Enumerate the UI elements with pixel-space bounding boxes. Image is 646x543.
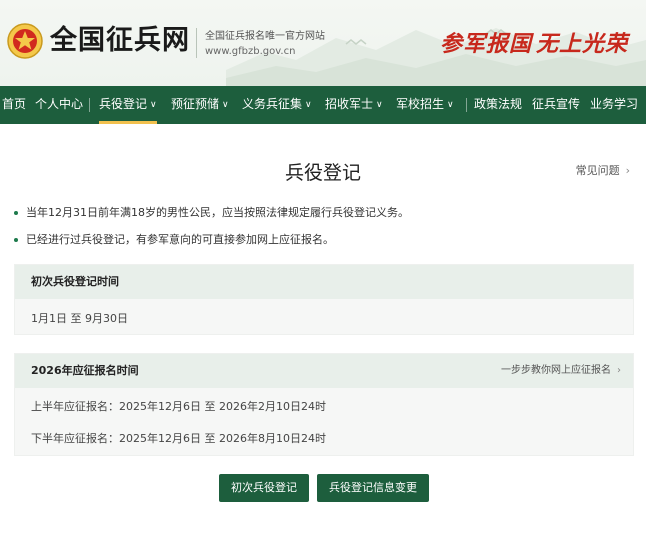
site-tagline: 全国征兵报名唯一官方网站 <box>205 31 325 42</box>
nav-item-personal-center[interactable]: 个人中心 <box>35 86 83 124</box>
nav-item-publicity[interactable]: 征兵宣传 <box>532 86 580 124</box>
nav-item-home[interactable]: 首页 <box>2 86 26 124</box>
nav-label: 政策法规 <box>474 97 523 111</box>
slogan-join-army: 参军报国 <box>440 31 533 57</box>
nav-label: 兵役登记 <box>99 97 148 111</box>
nav-item-pre-enlistment[interactable]: 预征预储 ∨ <box>171 86 229 124</box>
notice-text: 当年12月31日前年满18岁的男性公民，应当按照法律规定履行兵役登记义务。 <box>26 206 409 219</box>
faq-label: 常见问题 <box>575 164 620 177</box>
nav-item-conscription[interactable]: 义务兵征集 ∨ <box>242 86 312 124</box>
nav-label: 征兵宣传 <box>532 97 581 111</box>
chevron-right-icon: › <box>617 365 621 376</box>
chevron-down-icon: ∨ <box>305 100 312 110</box>
initial-registration-card: 初次兵役登记时间 1月1日 至 9月30日 <box>14 264 634 335</box>
site-header: 全国征兵网 全国征兵报名唯一官方网站 www.gfbzb.gov.cn 参军报国… <box>0 0 646 86</box>
slogan-glory: 无上光荣 <box>536 31 629 57</box>
initial-registration-button[interactable]: 初次兵役登记 <box>219 474 309 502</box>
nav-item-policy[interactable]: 政策法规 <box>474 86 522 124</box>
chevron-down-icon: ∨ <box>150 100 157 110</box>
army-emblem-icon <box>7 23 43 59</box>
chevron-right-icon: › <box>625 164 630 177</box>
registration-period: 1月1日 至 9月30日 <box>31 312 128 325</box>
notice-text: 已经进行过兵役登记，有参军意向的可直接参加网上应征报名。 <box>26 233 334 246</box>
second-half-period: 下半年应征报名：2025年12月6日 至 2026年8月10日24时 <box>31 432 326 445</box>
faq-link[interactable]: 常见问题 › <box>576 163 630 179</box>
site-domain: www.gfbzb.gov.cn <box>205 46 296 57</box>
nav-separator <box>466 98 467 112</box>
enlist-guide-link[interactable]: 一步步教你网上应征报名 › <box>501 364 621 378</box>
first-half-period: 上半年应征报名：2025年12月6日 至 2026年2月10日24时 <box>31 400 326 413</box>
nav-item-military-registration[interactable]: 兵役登记 ∨ <box>99 86 157 124</box>
nav-label: 业务学习 <box>590 97 639 111</box>
site-name[interactable]: 全国征兵网 <box>50 24 190 58</box>
nav-label: 首页 <box>2 97 27 111</box>
nav-label: 预征预储 <box>171 97 220 111</box>
chevron-down-icon: ∨ <box>222 100 229 110</box>
nav-separator <box>89 98 90 112</box>
card-header: 2026年应征报名时间 一步步教你网上应征报名 › <box>15 354 633 388</box>
header-divider <box>196 28 197 58</box>
nav-label: 义务兵征集 <box>242 97 303 111</box>
enlistment-period-card: 2026年应征报名时间 一步步教你网上应征报名 › 上半年应征报名：2025年12… <box>14 353 634 456</box>
notice-item: 已经进行过兵役登记，有参军意向的可直接参加网上应征报名。 <box>14 232 334 248</box>
nav-item-nco-recruitment[interactable]: 招收军士 ∨ <box>325 86 383 124</box>
card-title: 初次兵役登记时间 <box>31 275 119 288</box>
chevron-down-icon: ∨ <box>376 100 383 110</box>
nav-label: 个人中心 <box>35 97 84 111</box>
nav-label: 招收军士 <box>325 97 374 111</box>
notice-item: 当年12月31日前年满18岁的男性公民，应当按照法律规定履行兵役登记义务。 <box>14 205 409 221</box>
nav-item-study[interactable]: 业务学习 <box>590 86 638 124</box>
card-title: 2026年应征报名时间 <box>31 364 139 377</box>
nav-item-military-academy[interactable]: 军校招生 ∨ <box>396 86 454 124</box>
chevron-down-icon: ∨ <box>447 100 454 110</box>
card-header: 初次兵役登记时间 <box>15 265 633 299</box>
page-title: 兵役登记 <box>284 162 361 184</box>
enlist-guide-label: 一步步教你网上应征报名 <box>501 365 611 376</box>
registration-info-change-button[interactable]: 兵役登记信息变更 <box>317 474 429 502</box>
nav-label: 军校招生 <box>396 97 445 111</box>
main-nav: 首页 个人中心 兵役登记 ∨ 预征预储 ∨ 义务兵征集 ∨ 招收军士 ∨ 军校招生 ∨ 政… <box>0 86 646 124</box>
